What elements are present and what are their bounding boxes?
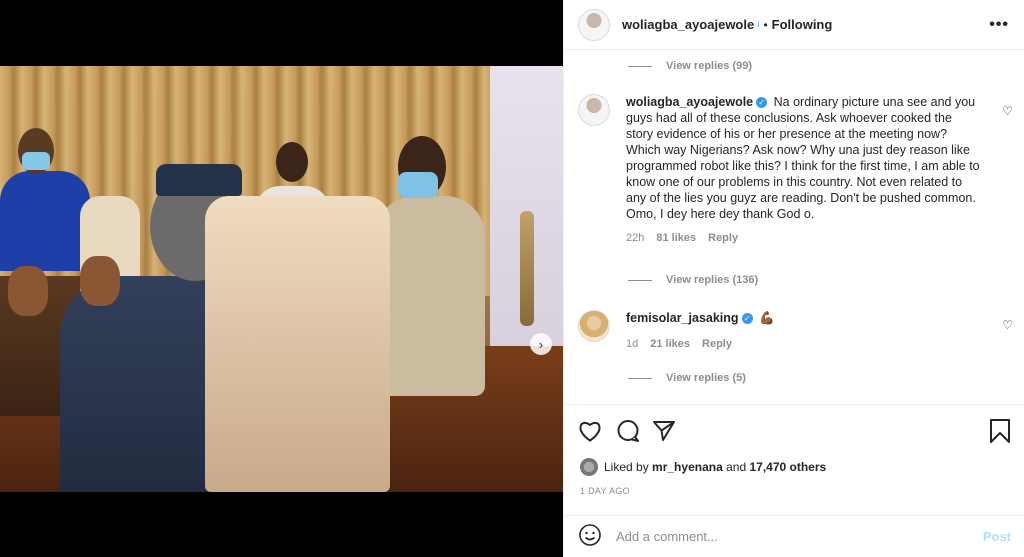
emoji-smiley-icon[interactable] — [578, 523, 602, 550]
commenter-username[interactable]: femisolar_jasaking — [626, 311, 739, 325]
hand — [80, 256, 120, 306]
replies-line — [628, 377, 652, 379]
cap — [156, 164, 242, 196]
comment-meta: 22h 81 likes Reply — [626, 232, 981, 244]
comment-text: 💪🏾 — [759, 311, 775, 325]
liked-by-and: and — [726, 460, 747, 474]
commenter-username[interactable]: woliagba_ayoajewole — [626, 95, 753, 109]
liked-by-prefix: Liked by — [604, 460, 649, 474]
comment-bubble-icon[interactable] — [616, 419, 640, 443]
header-separator: • — [763, 17, 768, 32]
comment-body: femisolar_jasaking ✓ 💪🏾 1d 21 likes Reply — [626, 310, 981, 350]
post-actions-bar — [564, 404, 1024, 454]
comment-likes[interactable]: 21 likes — [650, 338, 690, 350]
post-comment-button[interactable]: Post — [983, 529, 1011, 544]
like-heart-icon[interactable] — [578, 419, 602, 443]
add-comment-input[interactable] — [616, 529, 956, 544]
view-replies-label: View replies (99) — [666, 60, 753, 72]
like-comment-heart-icon[interactable]: ♡ — [1002, 318, 1013, 332]
face-mask — [22, 152, 50, 170]
liked-by-user[interactable]: mr_hyenana — [652, 460, 723, 474]
hand — [8, 266, 48, 316]
liker-avatar[interactable] — [580, 458, 598, 476]
reply-button[interactable]: Reply — [702, 338, 732, 350]
liked-by-summary: Liked by mr_hyenana and 17,470 others — [580, 458, 826, 476]
comment-item: woliagba_ayoajewole ✓ Na ordinary picture… — [578, 94, 981, 244]
commenter-avatar[interactable] — [578, 310, 610, 342]
comment-time[interactable]: 1d — [626, 338, 638, 350]
post-header: woliagba_ayoajewole ⅰ • Following ••• — [564, 0, 1024, 50]
post-timestamp[interactable]: 1 DAY AGO — [580, 486, 630, 496]
replies-line — [628, 279, 652, 281]
comment-item: femisolar_jasaking ✓ 💪🏾 1d 21 likes Reply — [578, 310, 981, 350]
view-replies-button[interactable]: View replies (136) — [628, 274, 758, 286]
verified-badge-icon: ✓ — [756, 97, 768, 109]
post-photo[interactable]: › — [0, 66, 563, 492]
view-replies-button[interactable]: View replies (99) — [628, 60, 752, 72]
following-button[interactable]: Following — [772, 17, 833, 32]
author-avatar[interactable] — [578, 8, 610, 41]
comment-text-block: femisolar_jasaking ✓ 💪🏾 — [626, 310, 981, 326]
person-head — [276, 142, 308, 182]
person-beige-attire — [375, 196, 485, 396]
verified-icon: ⅰ — [757, 20, 760, 29]
comment-body: woliagba_ayoajewole ✓ Na ordinary picture… — [626, 94, 981, 244]
comment-likes[interactable]: 81 likes — [656, 232, 696, 244]
carousel-next-button[interactable]: › — [530, 333, 552, 355]
save-bookmark-icon[interactable] — [988, 419, 1012, 443]
view-replies-label: View replies (5) — [666, 372, 746, 384]
post-media-area: › — [0, 0, 563, 557]
comment-meta: 1d 21 likes Reply — [626, 338, 981, 350]
liked-by-others-count[interactable]: 17,470 others — [749, 460, 826, 474]
share-paper-plane-icon[interactable] — [652, 419, 676, 443]
replies-line — [628, 65, 652, 67]
comment-text-block: woliagba_ayoajewole ✓ Na ordinary picture… — [626, 94, 981, 222]
like-comment-heart-icon[interactable]: ♡ — [1002, 104, 1013, 118]
comments-list: View replies (99) woliagba_ayoajewole ✓ N… — [564, 50, 1024, 404]
comment-text: Na ordinary picture una see and you guys… — [626, 95, 980, 221]
chevron-right-icon: › — [538, 336, 544, 352]
author-username[interactable]: woliagba_ayoajewole — [622, 17, 754, 32]
add-comment-bar: Post — [564, 515, 1024, 557]
verified-badge-icon: ✓ — [741, 313, 753, 325]
view-replies-button[interactable]: View replies (5) — [628, 372, 746, 384]
view-replies-label: View replies (136) — [666, 274, 759, 286]
face-mask — [398, 172, 438, 198]
office-chair-foreground — [205, 196, 390, 492]
tassel-decor — [520, 211, 534, 326]
post-side-panel: woliagba_ayoajewole ⅰ • Following ••• Vi… — [563, 0, 1024, 557]
person-blue-attire — [0, 171, 90, 271]
commenter-avatar[interactable] — [578, 94, 610, 126]
comment-time[interactable]: 22h — [626, 232, 644, 244]
reply-button[interactable]: Reply — [708, 232, 738, 244]
more-options-icon[interactable]: ••• — [989, 16, 1009, 34]
